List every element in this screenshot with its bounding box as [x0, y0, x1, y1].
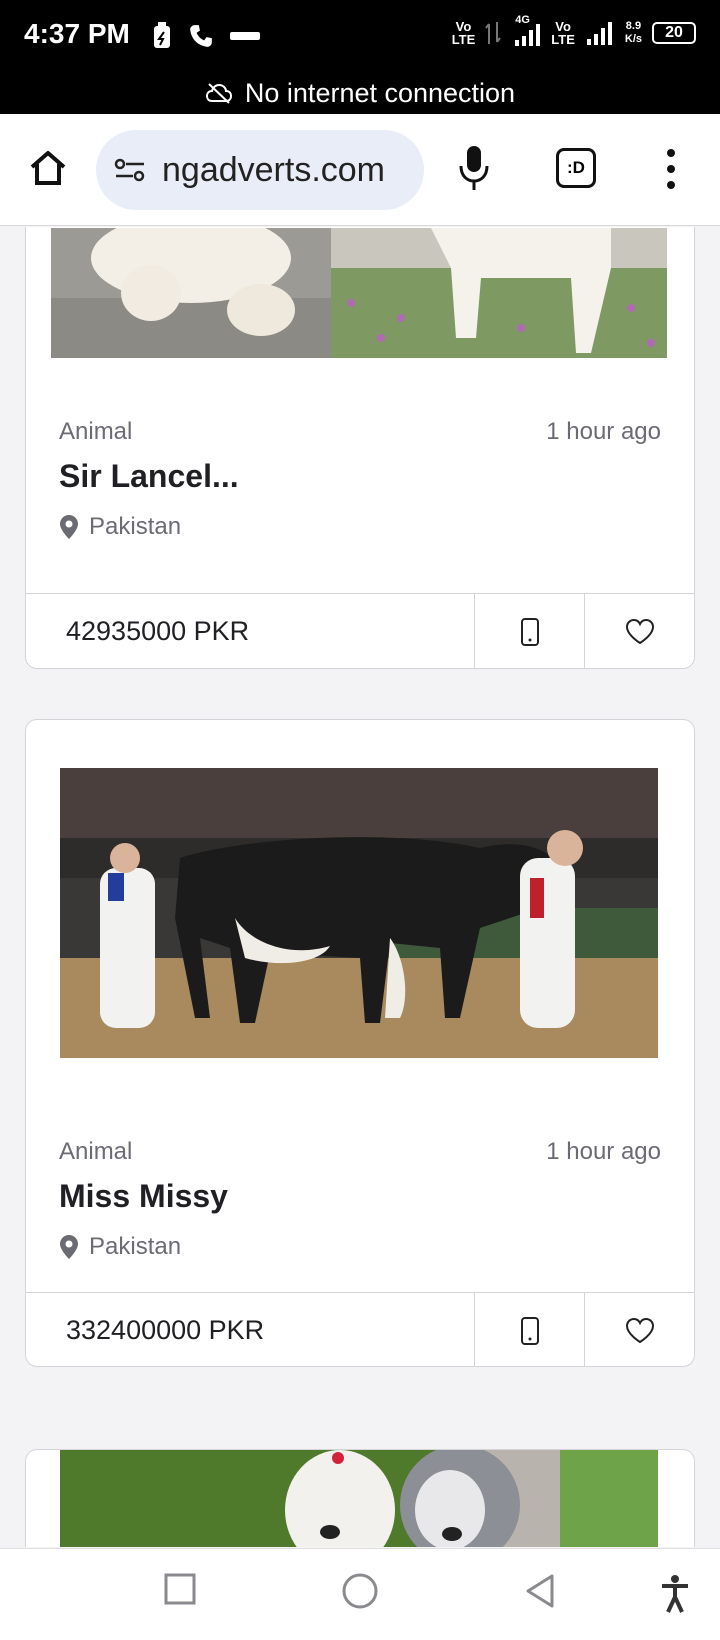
recents-icon[interactable]	[164, 1573, 196, 1605]
accessibility-icon[interactable]	[660, 1575, 690, 1613]
listing-title[interactable]: Miss Missy	[59, 1178, 228, 1215]
offline-banner: No internet connection	[0, 72, 720, 114]
url-text[interactable]: ngadverts.com	[162, 151, 385, 190]
signal-4g-icon: 4G	[511, 14, 541, 48]
listing-card[interactable]	[25, 1449, 695, 1547]
status-icons	[152, 22, 260, 50]
listing-price: 42935000 PKR	[66, 616, 250, 646]
location-pin-icon	[60, 515, 78, 539]
listing-location: Pakistan	[59, 513, 181, 541]
browser-toolbar: ngadverts.com :D	[0, 114, 720, 226]
listing-title[interactable]: Sir Lancel...	[59, 458, 239, 495]
listing-image[interactable]	[60, 768, 658, 1058]
data-arrows-icon	[485, 22, 502, 44]
clock: 4:37 PM	[24, 18, 130, 49]
listing-price: 332400000 PKR	[66, 1315, 265, 1345]
site-settings-icon[interactable]	[114, 156, 146, 184]
tab-switcher-button[interactable]: :D	[556, 148, 596, 188]
location-pin-icon	[60, 1235, 78, 1259]
home-icon[interactable]	[28, 148, 68, 188]
favorite-button[interactable]	[584, 594, 694, 668]
listing-time: 1 hour ago	[546, 1138, 661, 1165]
call-button[interactable]	[474, 1293, 584, 1366]
call-button[interactable]	[474, 594, 584, 668]
offline-text: No internet connection	[244, 77, 516, 108]
listing-location: Pakistan	[59, 1233, 181, 1261]
back-icon[interactable]	[524, 1573, 556, 1609]
status-right: Vo LTE 4G Vo LTE 8.9 K/s 20	[451, 14, 696, 48]
address-bar[interactable]: ngadverts.com	[96, 130, 424, 210]
home-nav-icon[interactable]	[342, 1573, 378, 1609]
signal-icon	[586, 22, 612, 45]
battery-saver-icon	[154, 22, 170, 48]
listing-category: Animal	[59, 418, 133, 445]
heart-icon	[625, 1317, 654, 1343]
listing-footer: 332400000 PKR	[26, 1292, 694, 1366]
phone-call-icon	[190, 25, 212, 47]
system-nav-bar	[0, 1548, 720, 1640]
listing-feed: Animal 1 hour ago Sir Lancel... Pakistan…	[0, 227, 720, 1547]
volte-indicator-2: Vo LTE	[551, 19, 575, 47]
status-bar: 4:37 PM Vo LTE 4G Vo LTE 8.9 K/s 20	[0, 0, 720, 72]
phone-icon	[520, 1316, 539, 1345]
location-text: Pakistan	[89, 513, 182, 540]
microphone-icon[interactable]	[456, 144, 492, 192]
location-text: Pakistan	[89, 1233, 182, 1260]
listing-meta: Animal 1 hour ago	[59, 418, 661, 446]
listing-card[interactable]: Animal 1 hour ago Miss Missy Pakistan 33…	[25, 719, 695, 1367]
listing-time: 1 hour ago	[546, 418, 661, 445]
listing-image[interactable]	[60, 1450, 658, 1547]
listing-image[interactable]	[51, 228, 667, 358]
phone-icon	[520, 617, 539, 646]
heart-icon	[625, 618, 654, 644]
cloud-off-icon	[205, 83, 232, 104]
listing-category: Animal	[59, 1138, 133, 1165]
battery-indicator: 20	[652, 22, 696, 44]
minus-notification-icon	[230, 32, 260, 40]
listing-meta: Animal 1 hour ago	[59, 1138, 661, 1166]
listing-footer: 42935000 PKR	[26, 593, 694, 668]
favorite-button[interactable]	[584, 1293, 694, 1366]
listing-card[interactable]: Animal 1 hour ago Sir Lancel... Pakistan…	[25, 227, 695, 669]
volte-indicator-1: Vo LTE	[451, 19, 476, 47]
overflow-menu-icon[interactable]	[664, 148, 678, 190]
network-speed: 8.9 K/s	[624, 20, 642, 45]
